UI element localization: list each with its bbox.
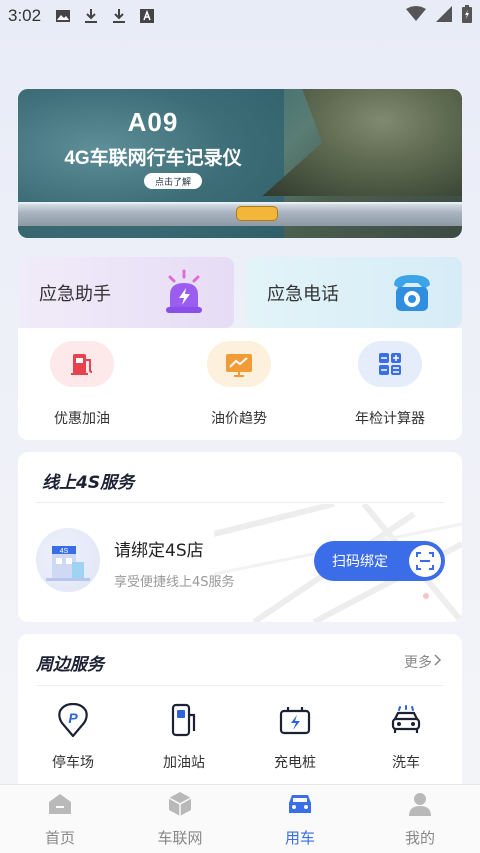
nav-mine[interactable]: 我的 [360,785,480,853]
svg-text:P: P [68,710,78,726]
nav-home[interactable]: 首页 [0,785,120,853]
divider [36,685,444,686]
emergency-phone-card[interactable]: 应急电话 [246,257,462,328]
banner-subtitle: 4G车联网行车记录仪 [64,148,242,169]
battery-icon [462,4,472,28]
scan-bind-label: 扫码绑定 [332,554,388,570]
banner-title: A09 [127,107,179,137]
section-title: 周边服务 [36,655,104,675]
tool-discount-fuel[interactable]: 优惠加油 [27,341,137,428]
nav-use-car[interactable]: 用车 [240,785,360,853]
cube-icon [120,791,240,817]
promo-banner[interactable]: A09 4G车联网行车记录仪 点击了解 [18,89,462,238]
more-label: 更多 [404,655,432,671]
tool-label: 年检计算器 [355,411,425,427]
divider [36,502,444,503]
bottom-navigation: 首页 车联网 用车 我的 [0,784,480,853]
download-icon [111,8,127,24]
quick-tools-card: 优惠加油 油价趋势 年检计算器 [18,328,462,440]
nav-label: 首页 [44,829,75,847]
service-parking[interactable]: P 停车场 [28,702,118,772]
service-label: 洗车 [392,755,420,771]
car-wash-icon [361,702,451,738]
tool-label: 优惠加油 [54,411,110,427]
service-car-wash[interactable]: 洗车 [361,702,451,772]
status-time: 3:02 [8,6,42,25]
banner-cta-button[interactable]: 点击了解 [144,173,202,189]
download-icon [83,8,99,24]
home-icon [0,791,120,817]
banner-land [262,89,462,197]
car-icon [240,791,360,817]
status-bar: 3:02 [0,0,480,32]
nearby-services-card: 周边服务 更多 P 停车场 加油站 充电桩 洗车 [18,634,462,784]
bind-subtitle: 享受便捷线上4S服务 [114,575,235,590]
nav-label: 我的 [404,829,435,847]
nav-label: 用车 [284,829,315,847]
font-icon [139,8,155,24]
chevron-right-icon [434,654,442,670]
tool-inspection-calculator[interactable]: 年检计算器 [335,341,445,428]
store-icon: 4S [36,528,100,592]
emergency-phone-label: 应急电话 [267,283,339,305]
parking-icon: P [28,702,118,738]
image-icon [55,8,71,24]
wifi-icon [406,5,426,27]
emergency-assistant-label: 应急助手 [39,283,111,305]
charging-pile-icon [250,702,340,738]
banner-car [236,206,278,221]
calculator-icon [358,341,422,387]
trend-chart-icon [207,341,271,387]
scan-bind-button[interactable]: 扫码绑定 [314,541,445,581]
user-icon [360,791,480,817]
banner-headline: A09 4G车联网行车记录仪 [18,107,288,170]
nav-connected-car[interactable]: 车联网 [120,785,240,853]
nav-label: 车联网 [157,829,203,847]
service-label: 停车场 [52,755,94,771]
siren-icon [162,269,206,320]
fuel-pump-icon [50,341,114,387]
section-title: 线上4S服务 [42,473,135,493]
service-label: 加油站 [163,755,205,771]
phone-icon [390,269,434,320]
service-charging-pile[interactable]: 充电桩 [250,702,340,772]
tool-label: 油价趋势 [211,411,267,427]
bind-title: 请绑定4S店 [114,541,204,561]
emergency-assistant-card[interactable]: 应急助手 [18,257,234,328]
more-link[interactable]: 更多 [404,652,442,672]
store-sign: 4S [60,548,69,555]
service-label: 充电桩 [274,755,316,771]
service-gas-station[interactable]: 加油站 [139,702,229,772]
signal-icon [436,5,452,27]
online-4s-service-card: 线上4S服务 4S 请绑定4S店 享受便捷线上4S服务 扫码绑定 [18,452,462,622]
scan-icon [409,545,441,577]
gas-station-icon [139,702,229,738]
tool-oil-price-trend[interactable]: 油价趋势 [184,341,294,428]
